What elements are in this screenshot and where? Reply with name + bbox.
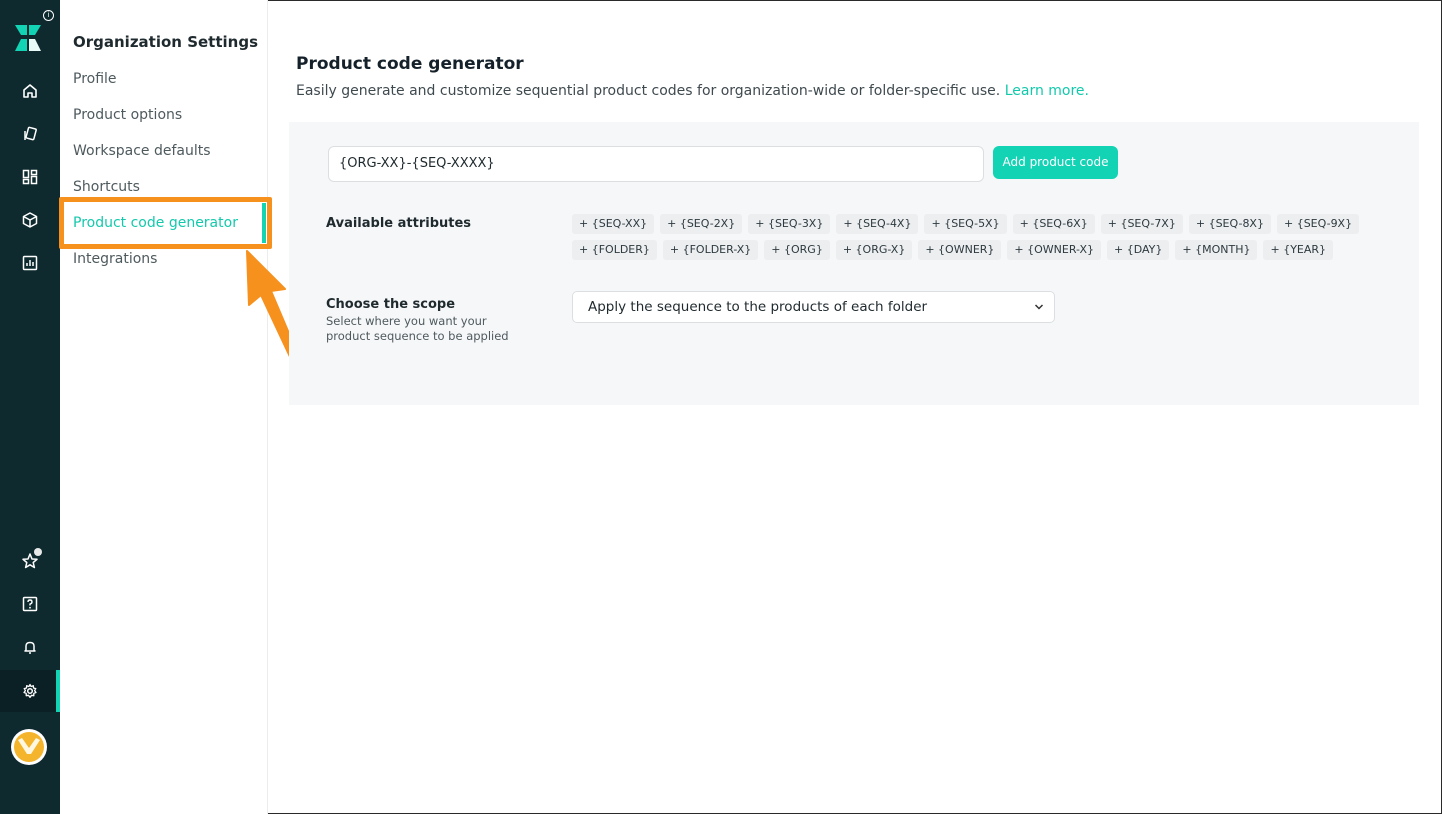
- sidebar-item-integrations[interactable]: Integrations: [73, 249, 157, 269]
- settings-sidebar: Organization Settings Profile Product op…: [60, 0, 268, 814]
- attribute-chip[interactable]: + {SEQ-5X}: [924, 214, 1007, 234]
- product-code-input[interactable]: {ORG-XX}-{SEQ-XXXX}: [328, 146, 984, 182]
- attributes-label: Available attributes: [326, 216, 472, 231]
- sidebar-item-profile[interactable]: Profile: [73, 69, 117, 89]
- add-product-code-button[interactable]: Add product code: [993, 146, 1118, 179]
- main-content: Product code generator Easily generate a…: [268, 0, 1441, 814]
- settings-title: Organization Settings: [73, 33, 259, 51]
- attribute-chip[interactable]: + {SEQ-9X}: [1276, 214, 1360, 234]
- attributes-row: + {SEQ-XX} + {SEQ-2X} + {SEQ-3X} + {SEQ-4X}…: [572, 214, 1372, 234]
- attribute-chip[interactable]: + {SEQ-4X}: [836, 214, 919, 234]
- app-logo-icon[interactable]: [13, 23, 43, 53]
- home-icon[interactable]: [0, 71, 60, 111]
- attributes-list: + {SEQ-XX} + {SEQ-2X} + {SEQ-3X} + {SEQ-4X}…: [572, 214, 1372, 266]
- attribute-chip[interactable]: + {OWNER-X}: [1007, 240, 1101, 260]
- info-icon[interactable]: i: [43, 10, 54, 21]
- page-description: Easily generate and customize sequential…: [296, 83, 1089, 99]
- attribute-chip[interactable]: + {SEQ-8X}: [1188, 214, 1271, 234]
- notification-dot: [34, 548, 42, 556]
- bell-icon[interactable]: [0, 627, 60, 667]
- help-icon[interactable]: [0, 584, 60, 624]
- scope-selected-value: Apply the sequence to the products of ea…: [588, 299, 928, 315]
- attribute-chip[interactable]: + {MONTH}: [1175, 240, 1258, 260]
- attribute-chip[interactable]: + {SEQ-6X}: [1012, 214, 1095, 234]
- chevron-down-icon: [1034, 292, 1044, 335]
- sidebar-item-shortcuts[interactable]: Shortcuts: [73, 177, 140, 197]
- scope-select[interactable]: Apply the sequence to the products of ea…: [572, 291, 1055, 323]
- analytics-icon[interactable]: [0, 243, 60, 283]
- star-icon[interactable]: [0, 541, 60, 581]
- sidebar-item-product-options[interactable]: Product options: [73, 105, 182, 125]
- attribute-chip[interactable]: + {SEQ-XX}: [572, 214, 655, 234]
- description-text: Easily generate and customize sequential…: [296, 83, 1001, 99]
- catalog-icon[interactable]: [0, 114, 60, 154]
- app-rail: i: [0, 0, 60, 814]
- attribute-chip[interactable]: + {DAY}: [1107, 240, 1170, 260]
- attribute-chip[interactable]: + {SEQ-2X}: [660, 214, 743, 234]
- attribute-chip[interactable]: + {ORG}: [764, 240, 830, 260]
- avatar[interactable]: [11, 729, 47, 765]
- scope-label: Choose the scope: [326, 297, 456, 312]
- generator-panel: {ORG-XX}-{SEQ-XXXX} Add product code Ava…: [289, 122, 1419, 405]
- attribute-chip[interactable]: + {OWNER}: [918, 240, 1002, 260]
- sidebar-item-workspace-defaults[interactable]: Workspace defaults: [73, 141, 211, 161]
- attribute-chip[interactable]: + {FOLDER-X}: [662, 240, 759, 260]
- page-title: Product code generator: [296, 54, 524, 74]
- dashboard-icon[interactable]: [0, 157, 60, 197]
- attributes-row: + {FOLDER} + {FOLDER-X} + {ORG} + {ORG-X} + …: [572, 240, 1372, 260]
- attribute-chip[interactable]: + {ORG-X}: [835, 240, 913, 260]
- attribute-chip[interactable]: + {FOLDER}: [572, 240, 657, 260]
- attribute-chip[interactable]: + {SEQ-3X}: [748, 214, 831, 234]
- learn-more-link[interactable]: Learn more.: [1005, 83, 1089, 99]
- box-icon[interactable]: [0, 200, 60, 240]
- attribute-chip[interactable]: + {YEAR}: [1263, 240, 1334, 260]
- scope-subtext: Select where you want your product seque…: [326, 314, 509, 343]
- highlight-box: [59, 197, 272, 249]
- gear-icon[interactable]: [0, 670, 60, 712]
- attribute-chip[interactable]: + {SEQ-7X}: [1100, 214, 1183, 234]
